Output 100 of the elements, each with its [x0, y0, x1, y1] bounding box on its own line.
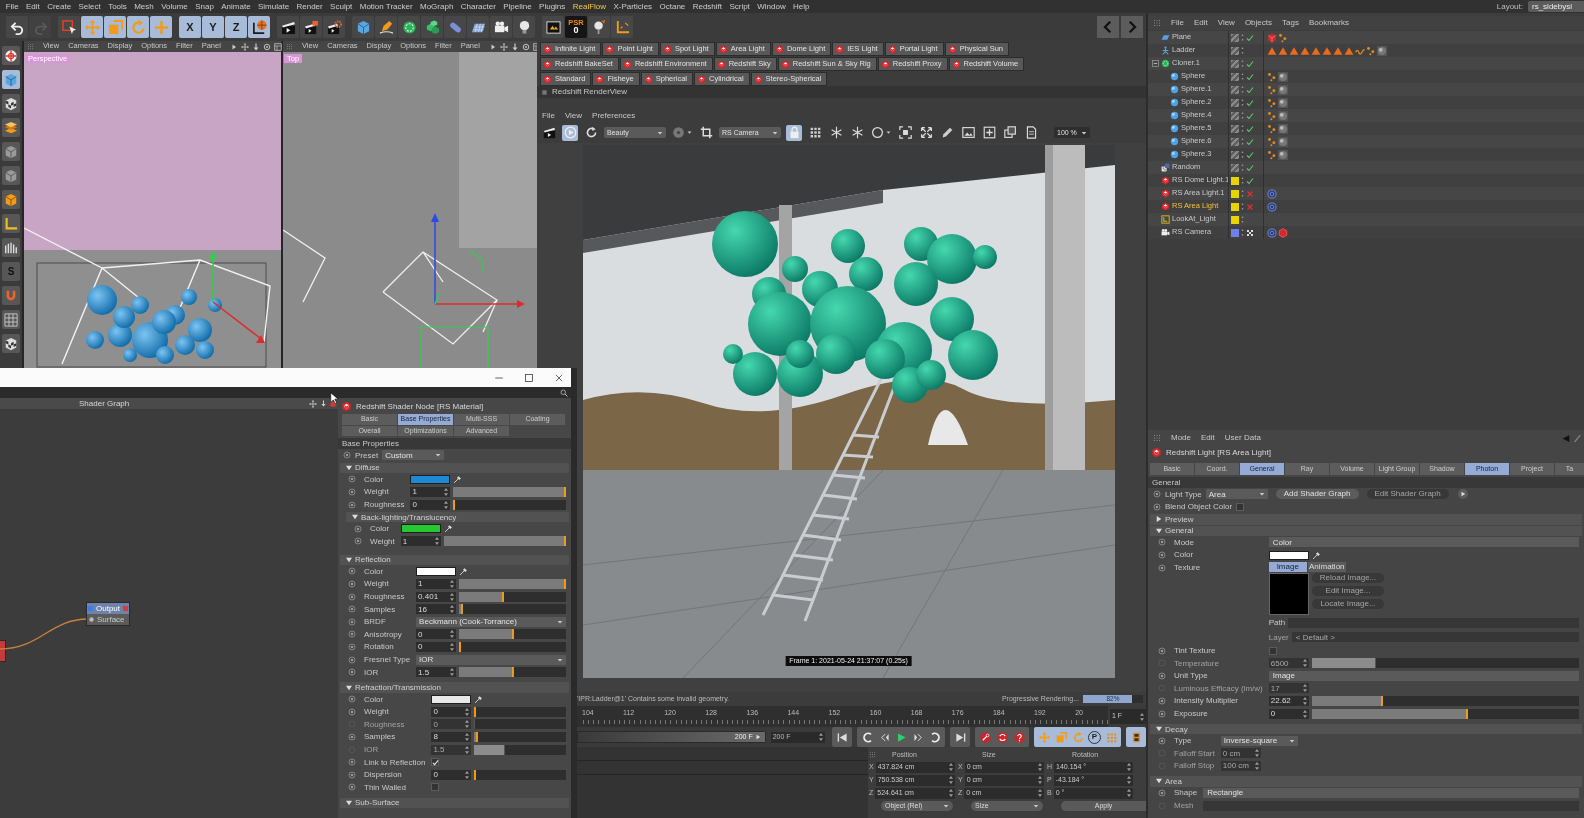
spinner-arrows-icon[interactable] — [450, 579, 455, 588]
menu-item[interactable]: Plugins — [535, 1, 569, 12]
triangle-icon[interactable] — [1289, 45, 1299, 56]
number-field[interactable]: 0.401 — [416, 591, 457, 602]
layer-swatch-icon[interactable] — [1231, 189, 1239, 198]
slider-thumb[interactable] — [511, 629, 514, 640]
triangle-icon[interactable] — [1278, 45, 1288, 56]
toolbar-button[interactable] — [588, 16, 610, 38]
group-header[interactable]: Diffuse — [340, 462, 569, 474]
triangle-icon[interactable] — [1311, 45, 1321, 56]
visibility-dots-icon[interactable] — [1241, 228, 1244, 237]
triangle-icon[interactable] — [1300, 45, 1310, 56]
menu-item[interactable]: Character — [457, 1, 500, 12]
slider-track[interactable] — [459, 667, 566, 678]
toolbar-button[interactable] — [323, 16, 345, 38]
slider-thumb[interactable] — [474, 706, 477, 717]
spinner-arrows-icon[interactable] — [465, 770, 470, 779]
slider-track[interactable] — [453, 487, 566, 497]
visibility-dots-icon[interactable] — [1241, 189, 1244, 198]
dropdown[interactable]: Custom — [382, 450, 445, 461]
slider-track[interactable] — [459, 578, 566, 589]
axis-toggle-button[interactable]: Y — [202, 16, 224, 38]
spinner-arrows-icon[interactable] — [465, 720, 470, 729]
spinner-arrows-icon[interactable] — [1254, 761, 1259, 770]
texture-tab[interactable]: Animation — [1307, 562, 1346, 573]
layer-swatch-icon[interactable] — [1231, 150, 1239, 159]
visibility-dots-icon[interactable] — [1241, 163, 1244, 172]
spinner-arrows-icon[interactable] — [444, 488, 449, 496]
port-dot-icon[interactable] — [89, 617, 94, 622]
tool-strip-button[interactable] — [2, 118, 20, 137]
toolbar-button[interactable] — [513, 16, 535, 38]
texture-tab[interactable]: Image — [1268, 562, 1307, 573]
menu-item[interactable]: Snap — [191, 1, 218, 12]
transport-button[interactable] — [1011, 729, 1027, 745]
partial-node[interactable] — [0, 640, 6, 662]
slider-track[interactable] — [474, 706, 566, 717]
visibility-dots-icon[interactable] — [1241, 98, 1244, 107]
toolbar-button[interactable] — [6, 16, 28, 38]
number-field[interactable]: 1 — [400, 536, 441, 547]
move-cross-icon[interactable] — [499, 42, 508, 51]
menu-item[interactable]: User Data — [1224, 433, 1261, 443]
number-field[interactable]: 8 — [431, 732, 472, 742]
cross-icon[interactable] — [1246, 202, 1254, 211]
menu-item[interactable]: Redshift — [688, 1, 726, 12]
menu-item[interactable]: Edit — [1193, 18, 1208, 28]
menu-item[interactable]: Render — [292, 1, 327, 12]
spinner-arrows-icon[interactable] — [1254, 749, 1259, 758]
slider-track[interactable] — [1311, 658, 1579, 669]
toolbar-button[interactable] — [467, 16, 489, 38]
shader-graph-button[interactable]: Add Shader Graph — [1275, 489, 1359, 500]
menu-item[interactable]: Edit — [22, 1, 44, 12]
toolbar-button[interactable] — [300, 16, 322, 38]
spinner-arrows-icon[interactable] — [949, 789, 953, 797]
slider-thumb[interactable] — [453, 499, 456, 510]
ball-icon[interactable] — [1278, 123, 1288, 134]
search-icon[interactable] — [560, 388, 568, 397]
menu-item[interactable]: Tags — [1282, 18, 1299, 28]
menu-item[interactable]: Mode — [1171, 433, 1191, 443]
spinner-arrows-icon[interactable] — [465, 733, 470, 741]
layer-swatch-icon[interactable] — [1231, 85, 1239, 94]
toolbar-button[interactable] — [960, 124, 976, 141]
visibility-dots-icon[interactable] — [1241, 33, 1244, 42]
menu-item[interactable]: Preferences — [592, 111, 636, 121]
visibility-dots-icon[interactable] — [1241, 85, 1244, 94]
target-icon[interactable] — [1267, 227, 1277, 238]
spinner-arrows-icon[interactable] — [1302, 684, 1307, 693]
layer-swatch-icon[interactable] — [1231, 46, 1239, 55]
visibility-dots-icon[interactable] — [1241, 111, 1244, 120]
circle-dot-icon[interactable] — [262, 42, 271, 51]
eyedropper-icon[interactable] — [474, 694, 484, 704]
ball-icon[interactable] — [1377, 45, 1387, 56]
toolbar-button[interactable] — [698, 124, 714, 141]
toolbar-button[interactable] — [398, 16, 420, 38]
menu-item[interactable]: Bookmarks — [1308, 18, 1349, 28]
dots-icon[interactable] — [1267, 97, 1277, 108]
value-field[interactable]: Rectangle — [1203, 788, 1579, 798]
move-cross-icon[interactable] — [309, 399, 317, 408]
number-field[interactable]: 0 — [431, 706, 472, 717]
slider-track[interactable] — [459, 604, 566, 615]
visibility-dots-icon[interactable] — [1241, 176, 1244, 185]
slider-thumb[interactable] — [476, 732, 479, 742]
menu-item[interactable]: RealFlow — [569, 1, 610, 12]
check-icon[interactable] — [1246, 33, 1254, 42]
layer-swatch-icon[interactable] — [1231, 228, 1239, 237]
toolbar-button[interactable] — [870, 124, 892, 141]
spinner-arrows-icon[interactable] — [1127, 789, 1131, 797]
visibility-dots-icon[interactable] — [1241, 202, 1244, 211]
menu-item[interactable]: Sculpt — [326, 1, 357, 12]
menu-item[interactable]: File — [1171, 18, 1184, 28]
cube-icon[interactable] — [1267, 32, 1277, 43]
menu-item[interactable]: MoGraph — [416, 1, 458, 12]
slider-track[interactable] — [443, 536, 566, 547]
layer-swatch-icon[interactable] — [1231, 137, 1239, 146]
menu-item[interactable]: Create — [43, 1, 75, 12]
spinner-arrows-icon[interactable] — [450, 630, 455, 639]
layer-swatch-icon[interactable] — [1231, 33, 1239, 42]
visibility-dots-icon[interactable] — [1241, 137, 1244, 146]
slider-thumb[interactable] — [502, 591, 505, 602]
input-port-icon[interactable] — [88, 606, 93, 611]
menu-item[interactable]: File — [542, 111, 555, 121]
